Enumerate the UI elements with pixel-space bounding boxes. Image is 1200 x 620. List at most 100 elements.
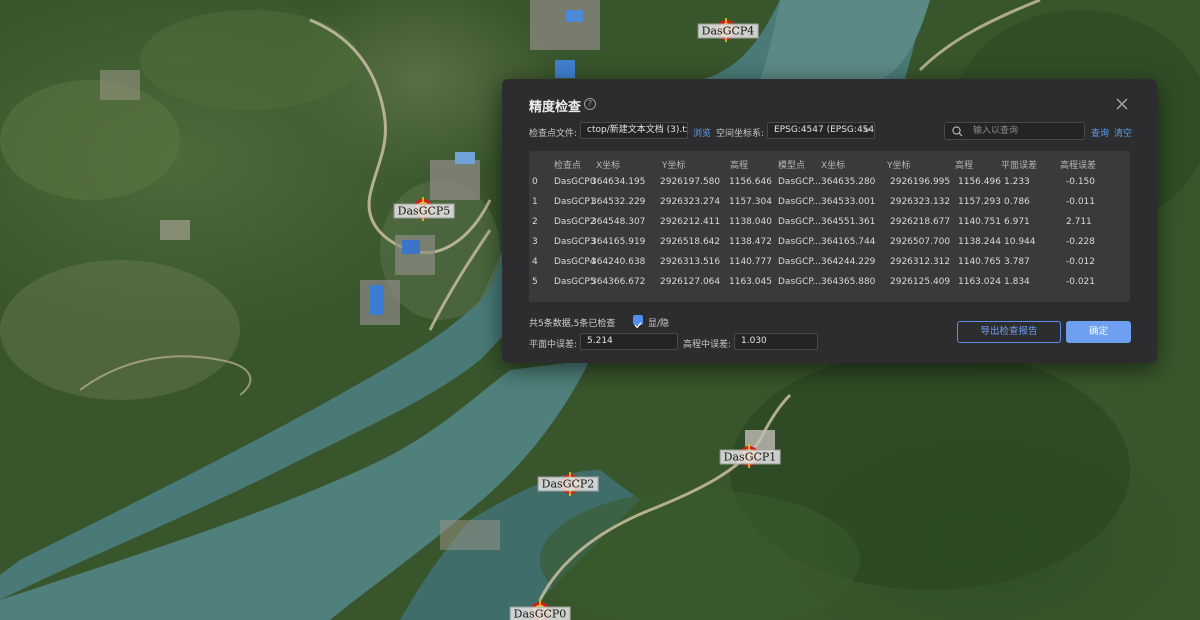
dialog-title: 精度检查: [529, 100, 582, 115]
table-cell: -0.011: [1066, 197, 1096, 207]
plane-rmse-label: 平面中误差:: [529, 340, 578, 350]
table-cell: 2926127.064: [660, 277, 721, 287]
crs-select-value: EPSG:4547 (EPSG:454: [774, 125, 875, 135]
table-cell: DasGCP5: [554, 277, 596, 287]
col-header: 高程: [955, 161, 974, 171]
table-cell: 1138.472: [729, 237, 772, 247]
table-cell: DasGCP...: [778, 197, 822, 207]
table-cell: DasGCP0: [554, 177, 596, 187]
table-cell: -0.228: [1066, 237, 1096, 247]
table-row[interactable]: 4 DasGCP4 364240.638 2926313.516 1140.777 Das…: [529, 253, 1130, 273]
table-cell: 2926125.409: [890, 277, 951, 287]
table-row[interactable]: 5 DasGCP5 364366.672 2926127.064 1163.045 Das…: [529, 273, 1130, 293]
table-cell: DasGCP1: [554, 197, 596, 207]
table-cell: 364532.229: [591, 197, 646, 207]
table-row[interactable]: 1 DasGCP1 364532.229 2926323.274 1157.304 Das…: [529, 193, 1130, 213]
table-cell: 2926507.700: [890, 237, 951, 247]
table-cell: 364365.880: [821, 277, 876, 287]
table-cell: 4: [532, 257, 538, 267]
table-cell: 1: [532, 197, 538, 207]
table-cell: 2926218.677: [890, 217, 951, 227]
ok-button[interactable]: 确定: [1066, 321, 1131, 343]
table-cell: 1138.244: [958, 237, 1001, 247]
table-cell: 5: [532, 277, 538, 287]
search-box[interactable]: [944, 122, 1085, 140]
table-cell: -0.012: [1066, 257, 1096, 267]
table-cell: DasGCP3: [554, 237, 596, 247]
col-header: 平面误差: [1001, 161, 1038, 171]
check-icon: [634, 322, 642, 329]
table-row[interactable]: 0 DasGCP0 364634.195 2926197.580 1156.646 Das…: [529, 173, 1130, 193]
table-cell: DasGCP...: [778, 237, 822, 247]
col-header: 高程误差: [1060, 161, 1097, 171]
table-cell: 2.711: [1066, 217, 1092, 227]
table-cell: DasGCP...: [778, 177, 822, 187]
table-cell: 1140.777: [729, 257, 772, 267]
table-cell: 2: [532, 217, 538, 227]
question-circle-icon[interactable]: ?: [584, 98, 596, 110]
table-cell: 10.944: [1004, 237, 1036, 247]
export-report-button[interactable]: 导出检查报告: [957, 321, 1061, 343]
col-header: X坐标: [596, 161, 621, 171]
results-table: 检查点 X坐标 Y坐标 高程 模型点 X坐标 Y坐标 高程 平面误差 高程误差 …: [529, 151, 1130, 302]
crs-select[interactable]: EPSG:4547 (EPSG:454: [767, 122, 875, 139]
gcp-label: DasGCP1: [719, 449, 781, 465]
gcp-label: DasGCP5: [393, 203, 455, 219]
table-cell: 0.786: [1004, 197, 1030, 207]
table-cell: 1157.293: [958, 197, 1001, 207]
col-header: 高程: [730, 161, 749, 171]
accuracy-check-dialog: 精度检查 ? 检查点文件: ctop/新建文本文档 (3).txt 浏览 空间坐…: [502, 79, 1157, 363]
table-cell: 1163.045: [729, 277, 772, 287]
checkpoint-file-field[interactable]: ctop/新建文本文档 (3).txt: [580, 122, 688, 139]
table-cell: 1163.024: [958, 277, 1001, 287]
table-cell: 2926196.995: [890, 177, 951, 187]
table-row[interactable]: 3 DasGCP3 364165.919 2926518.642 1138.472 Das…: [529, 233, 1130, 253]
col-header: Y坐标: [887, 161, 911, 171]
gcp-label: DasGCP0: [509, 606, 571, 620]
gcp-label: DasGCP4: [697, 23, 759, 39]
chevron-down-icon[interactable]: [863, 127, 871, 133]
plane-rmse-field[interactable]: 5.214: [580, 333, 678, 350]
table-cell: 2926312.312: [890, 257, 951, 267]
col-header: 模型点: [778, 161, 806, 171]
table-cell: 364635.280: [821, 177, 876, 187]
table-cell: 1156.496: [958, 177, 1001, 187]
table-cell: 3.787: [1004, 257, 1030, 267]
table-cell: 1157.304: [729, 197, 772, 207]
close-icon[interactable]: [1115, 97, 1129, 111]
table-cell: 2926518.642: [660, 237, 721, 247]
col-header: X坐标: [821, 161, 846, 171]
table-cell: 364548.307: [591, 217, 646, 227]
table-cell: 1156.646: [729, 177, 772, 187]
col-header: 检查点: [554, 161, 582, 171]
browse-link[interactable]: 浏览: [693, 126, 711, 139]
height-rmse-field[interactable]: 1.030: [734, 333, 818, 350]
file-label: 检查点文件:: [529, 129, 578, 139]
clear-link[interactable]: 清空: [1114, 126, 1132, 139]
table-cell: -0.150: [1066, 177, 1096, 187]
show-hide-checkbox[interactable]: [633, 315, 643, 329]
query-link[interactable]: 查询: [1091, 126, 1109, 139]
table-cell: 1140.765: [958, 257, 1001, 267]
height-rmse-label: 高程中误差:: [683, 340, 732, 350]
gcp-label: DasGCP2: [537, 476, 599, 492]
table-cell: 1138.040: [729, 217, 772, 227]
table-cell: 364240.638: [591, 257, 646, 267]
table-cell: 364165.744: [821, 237, 876, 247]
table-cell: DasGCP4: [554, 257, 596, 267]
table-cell: 6.971: [1004, 217, 1030, 227]
table-cell: 0: [532, 177, 538, 187]
table-cell: 364533.001: [821, 197, 876, 207]
table-cell: 1.834: [1004, 277, 1030, 287]
table-row[interactable]: 2 DasGCP2 364548.307 2926212.411 1138.040 Das…: [529, 213, 1130, 233]
table-cell: 1140.751: [958, 217, 1001, 227]
table-cell: 2926313.516: [660, 257, 721, 267]
table-cell: 2926323.274: [660, 197, 721, 207]
table-cell: 364366.672: [591, 277, 646, 287]
table-cell: 364165.919: [591, 237, 646, 247]
table-cell: 364551.361: [821, 217, 876, 227]
table-cell: DasGCP2: [554, 217, 596, 227]
table-cell: 2926212.411: [660, 217, 721, 227]
search-input[interactable]: [973, 124, 1078, 138]
table-cell: 2926323.132: [890, 197, 951, 207]
